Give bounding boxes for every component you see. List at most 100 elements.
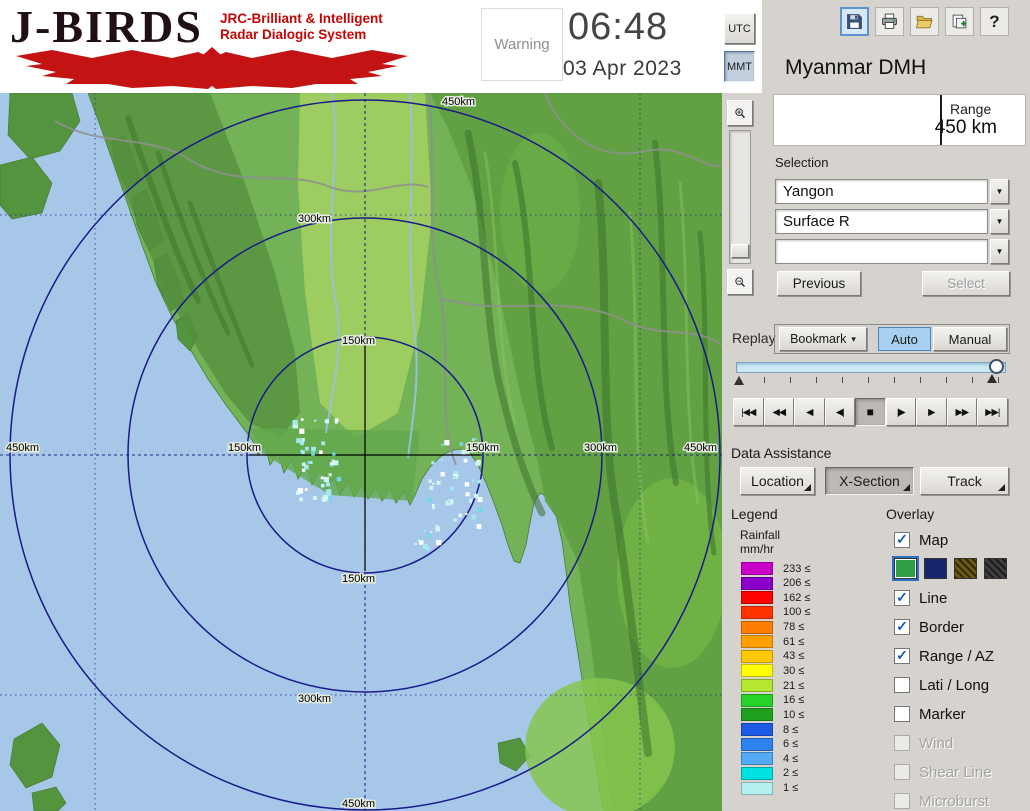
- utc-button[interactable]: UTC: [724, 13, 755, 44]
- map-style-swatches: [894, 558, 1030, 580]
- legend-color-swatch: [741, 767, 773, 780]
- logo-tagline-line2: Radar Dialogic System: [220, 27, 383, 43]
- range-ring-label: 450km: [6, 442, 39, 454]
- legend-row: 8 ≤: [741, 723, 871, 736]
- overlay-item-marker[interactable]: Marker: [894, 703, 1030, 725]
- previous-button[interactable]: Previous: [777, 271, 861, 296]
- map-style-swatch[interactable]: [984, 558, 1007, 579]
- manual-button[interactable]: Manual: [933, 327, 1007, 351]
- product-dropdown-value[interactable]: Surface R: [775, 209, 988, 234]
- zoom-slider-thumb[interactable]: [731, 244, 749, 258]
- extra-dropdown[interactable]: ▼: [775, 239, 1009, 264]
- overlay-item-border[interactable]: ✓ Border: [894, 616, 1030, 638]
- product-dropdown[interactable]: Surface R ▼: [775, 209, 1009, 234]
- logo-tagline-line1: JRC-Brilliant & Intelligent: [220, 11, 383, 27]
- zoom-out-button[interactable]: [727, 269, 753, 295]
- extra-dropdown-value[interactable]: [775, 239, 988, 264]
- time-slider-handle[interactable]: [989, 359, 1004, 374]
- open-folder-icon[interactable]: [910, 7, 939, 36]
- overlay-item-line[interactable]: ✓Line: [894, 587, 1030, 609]
- xsection-button[interactable]: X-Section: [825, 467, 914, 495]
- overlay-item-label: Border: [919, 619, 964, 636]
- map-style-swatch[interactable]: [924, 558, 947, 579]
- transport-skip-end-button[interactable]: ▶▶|: [977, 398, 1008, 426]
- legend-row: 4 ≤: [741, 752, 871, 765]
- warning-label: Warning: [494, 36, 549, 53]
- bookmark-button[interactable]: Bookmark ▾: [779, 327, 867, 351]
- chevron-down-icon[interactable]: ▼: [990, 179, 1009, 204]
- overlay-item-map[interactable]: ✓ Map: [894, 529, 1030, 551]
- select-button[interactable]: Select: [922, 271, 1010, 296]
- track-button[interactable]: Track: [920, 467, 1009, 495]
- time-slider-track[interactable]: [736, 362, 1006, 373]
- range-ring-label: 300km: [584, 442, 617, 454]
- slider-tick: [738, 377, 739, 383]
- transport-rewind-button[interactable]: ◀◀: [764, 398, 795, 426]
- transport-step-back-button[interactable]: ◀|: [825, 398, 856, 426]
- legend-color-swatch: [741, 782, 773, 795]
- overlay-item-range-az[interactable]: ✓Range / AZ: [894, 645, 1030, 667]
- legend-color-swatch: [741, 694, 773, 707]
- checkbox-unchecked[interactable]: [894, 706, 910, 722]
- range-ring-label: 450km: [342, 798, 375, 810]
- checkbox-unchecked: [894, 764, 910, 780]
- legend-row: 206 ≤: [741, 577, 871, 590]
- legend-row: 21 ≤: [741, 679, 871, 692]
- legend-color-swatch: [741, 606, 773, 619]
- time-slider[interactable]: [734, 359, 1012, 391]
- legend-value: 100 ≤: [783, 606, 810, 618]
- map-style-swatch[interactable]: [894, 558, 917, 579]
- mmt-button[interactable]: MMT: [724, 51, 755, 82]
- save-icon[interactable]: [840, 7, 869, 36]
- overlay-item-label: Map: [919, 532, 948, 549]
- legend-value: 21 ≤: [783, 680, 804, 692]
- range-label: Range: [950, 101, 991, 117]
- print-icon[interactable]: [875, 7, 904, 36]
- legend-color-swatch: [741, 708, 773, 721]
- radar-map[interactable]: 450km300km150km450km150km150km300km450km…: [0, 93, 722, 811]
- legend-unit-line2: mm/hr: [740, 542, 774, 556]
- chevron-down-icon[interactable]: ▼: [990, 209, 1009, 234]
- legend-value: 4 ≤: [783, 753, 798, 765]
- location-button[interactable]: Location: [740, 467, 815, 495]
- help-icon[interactable]: ?: [980, 7, 1009, 36]
- checkbox-unchecked[interactable]: [894, 677, 910, 693]
- transport-stop-button[interactable]: ■: [855, 398, 886, 426]
- replay-label: Replay: [732, 330, 776, 346]
- zoom-in-button[interactable]: [727, 100, 753, 126]
- checkbox-checked[interactable]: ✓: [894, 619, 910, 635]
- legend-row: 10 ≤: [741, 708, 871, 721]
- overlay-item-lati-long[interactable]: Lati / Long: [894, 674, 1030, 696]
- checkbox-checked[interactable]: ✓: [894, 648, 910, 664]
- body: 450km300km150km450km150km150km300km450km…: [0, 93, 1030, 811]
- clock-time: 06:48: [568, 6, 668, 49]
- map-style-swatch[interactable]: [954, 558, 977, 579]
- chevron-down-icon[interactable]: ▼: [990, 239, 1009, 264]
- zoom-slider[interactable]: [729, 130, 751, 264]
- legend-value: 61 ≤: [783, 636, 804, 648]
- legend-row: 16 ≤: [741, 694, 871, 707]
- legend-unit-line1: Rainfall: [740, 528, 780, 542]
- transport-step-forward-button[interactable]: |▶: [886, 398, 917, 426]
- auto-button[interactable]: Auto: [878, 327, 931, 351]
- transport-skip-start-button[interactable]: |◀◀: [733, 398, 764, 426]
- legend-color-swatch: [741, 752, 773, 765]
- legend-color-swatch: [741, 591, 773, 604]
- checkbox-checked[interactable]: ✓: [894, 532, 910, 548]
- transport-fast-forward-button[interactable]: ▶▶: [947, 398, 978, 426]
- transport-play-backward-button[interactable]: ◀: [794, 398, 825, 426]
- legend-row: 233 ≤: [741, 562, 871, 575]
- warning-box: Warning: [481, 8, 563, 81]
- legend-color-swatch: [741, 723, 773, 736]
- transport-play-button[interactable]: ▶: [916, 398, 947, 426]
- legend-label: Legend: [731, 506, 778, 522]
- checkbox-checked[interactable]: ✓: [894, 590, 910, 606]
- legend-value: 2 ≤: [783, 767, 798, 779]
- site-dropdown-value[interactable]: Yangon: [775, 179, 988, 204]
- export-icon[interactable]: [945, 7, 974, 36]
- legend-value: 16 ≤: [783, 694, 804, 706]
- site-dropdown[interactable]: Yangon ▼: [775, 179, 1009, 204]
- slider-tick: [972, 377, 973, 383]
- legend-scale: 233 ≤206 ≤162 ≤100 ≤78 ≤61 ≤43 ≤30 ≤21 ≤…: [741, 562, 871, 796]
- legend-row: 30 ≤: [741, 664, 871, 677]
